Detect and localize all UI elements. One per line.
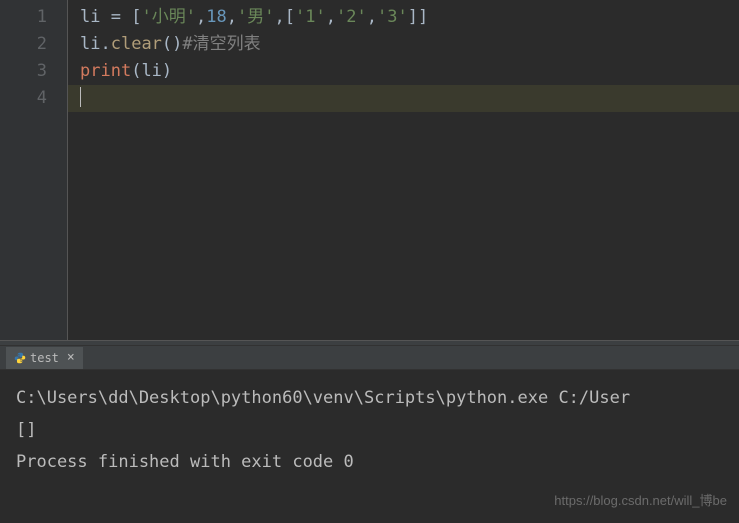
tab-label: test: [30, 351, 59, 365]
comma: ,: [326, 7, 336, 27]
line-number: 4: [0, 85, 67, 112]
comma: ,: [274, 7, 284, 27]
string-quote: ': [356, 7, 366, 27]
string-quote: ': [186, 7, 196, 27]
comma: ,: [227, 7, 237, 27]
method-call: clear: [111, 34, 162, 54]
variable: li: [80, 7, 100, 27]
string-quote: ': [377, 7, 387, 27]
paren: (: [162, 34, 172, 54]
console-exit: Process finished with exit code 0: [16, 446, 723, 478]
bracket: ]: [408, 7, 418, 27]
code-area[interactable]: li = ['小明',18,'男',['1','2','3']] li.clea…: [68, 0, 739, 340]
string-quote: ': [336, 7, 346, 27]
string-quote: ': [264, 7, 274, 27]
line-number: 3: [0, 58, 67, 85]
code-line-2[interactable]: li.clear()#清空列表: [80, 31, 739, 58]
paren: ): [172, 34, 182, 54]
python-icon: [14, 352, 26, 364]
string: 3: [387, 7, 397, 27]
string: 2: [346, 7, 356, 27]
string-quote: ': [295, 7, 305, 27]
variable: li: [80, 34, 100, 54]
bracket: [: [131, 7, 141, 27]
code-line-3[interactable]: print(li): [80, 58, 739, 85]
string: 1: [305, 7, 315, 27]
bracket: [: [285, 7, 295, 27]
string: 男: [247, 7, 264, 27]
code-editor[interactable]: 1 2 3 4 li = ['小明',18,'男',['1','2','3']]…: [0, 0, 739, 340]
code-line-4[interactable]: [68, 85, 739, 112]
code-line-1[interactable]: li = ['小明',18,'男',['1','2','3']]: [80, 4, 739, 31]
watermark: https://blog.csdn.net/will_博be: [554, 490, 727, 509]
operator: =: [100, 7, 131, 27]
dot: .: [100, 34, 110, 54]
paren: (: [131, 61, 141, 81]
caret-icon: [80, 87, 81, 107]
line-number: 2: [0, 31, 67, 58]
string-quote: ': [315, 7, 325, 27]
line-gutter: 1 2 3 4: [0, 0, 68, 340]
string-quote: ': [397, 7, 407, 27]
tab-test[interactable]: test ×: [6, 347, 83, 369]
string-quote: ': [141, 7, 151, 27]
string-quote: ': [237, 7, 247, 27]
string: 小明: [152, 7, 186, 27]
bracket: ]: [418, 7, 428, 27]
line-number: 1: [0, 4, 67, 31]
paren: ): [162, 61, 172, 81]
number: 18: [206, 7, 226, 27]
builtin: print: [80, 61, 131, 81]
console-output: []: [16, 414, 723, 446]
close-icon[interactable]: ×: [67, 350, 75, 365]
argument: li: [141, 61, 161, 81]
comma: ,: [196, 7, 206, 27]
console-tab-bar: test ×: [0, 346, 739, 370]
console-line: C:\Users\dd\Desktop\python60\venv\Script…: [16, 382, 723, 414]
comment: #清空列表: [182, 34, 260, 54]
comma: ,: [367, 7, 377, 27]
